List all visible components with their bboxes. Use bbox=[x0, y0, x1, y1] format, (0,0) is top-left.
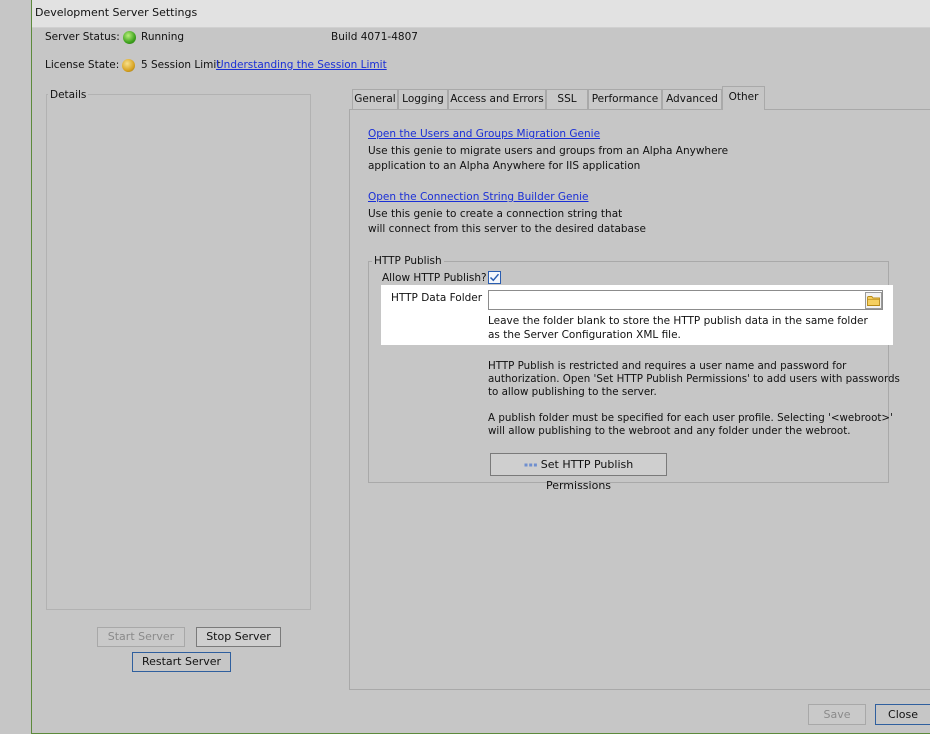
stop-server-button[interactable]: Stop Server bbox=[196, 627, 281, 647]
profile-note-line-2: will allow publishing to the webroot and… bbox=[488, 425, 851, 437]
folder-hint-line-2: as the Server Configuration XML file. bbox=[488, 329, 681, 341]
window-border-left bbox=[31, 0, 32, 734]
set-http-publish-permissions-button[interactable]: Set HTTP Publish Permissions bbox=[490, 453, 667, 492]
restriction-note-line-1: HTTP Publish is restricted and requires … bbox=[488, 360, 847, 372]
server-status-value: Running bbox=[141, 31, 185, 43]
folder-icon bbox=[867, 296, 880, 306]
tab-general[interactable]: General bbox=[352, 89, 398, 109]
restriction-note-line-3: to allow publishing to the server. bbox=[488, 386, 657, 398]
browse-folder-button[interactable] bbox=[865, 292, 882, 309]
close-label: Close bbox=[888, 708, 918, 721]
tab-access-and-errors[interactable]: Access and Errors bbox=[448, 89, 546, 109]
tab-performance[interactable]: Performance bbox=[588, 89, 662, 109]
window-title: Development Server Settings bbox=[35, 6, 198, 19]
allow-http-publish-label: Allow HTTP Publish? bbox=[382, 272, 487, 284]
save-label: Save bbox=[823, 708, 851, 721]
allow-http-publish-checkbox[interactable] bbox=[488, 271, 501, 284]
green-status-dot-icon bbox=[123, 31, 136, 44]
migration-description-line-1: Use this genie to migrate users and grou… bbox=[368, 145, 729, 157]
details-panel bbox=[46, 94, 311, 610]
session-limit-link[interactable]: Understanding the Session Limit bbox=[216, 59, 387, 71]
folder-hint-line-1: Leave the folder blank to store the HTTP… bbox=[488, 315, 868, 327]
license-state-value: 5 Session Limit bbox=[141, 59, 221, 71]
restriction-note-line-2: authorization. Open 'Set HTTP Publish Pe… bbox=[488, 373, 900, 385]
details-legend: Details bbox=[48, 89, 89, 101]
start-server-button[interactable]: Start Server bbox=[97, 627, 185, 647]
tab-other[interactable]: Other bbox=[722, 86, 765, 110]
http-data-folder-label: HTTP Data Folder bbox=[391, 292, 483, 304]
connection-description-line-1: Use this genie to create a connection st… bbox=[368, 208, 623, 220]
build-number: Build 4071-4807 bbox=[331, 31, 418, 43]
tab-logging[interactable]: Logging bbox=[398, 89, 448, 109]
connection-description-line-2: will connect from this server to the des… bbox=[368, 223, 646, 235]
yellow-status-dot-icon bbox=[122, 59, 135, 72]
title-bar[interactable]: Development Server Settings bbox=[32, 0, 930, 28]
tab-ssl[interactable]: SSL bbox=[546, 89, 588, 109]
save-button[interactable]: Save bbox=[808, 704, 866, 725]
checkmark-icon bbox=[489, 273, 500, 282]
tab-advanced[interactable]: Advanced bbox=[662, 89, 722, 109]
close-button[interactable]: Close bbox=[875, 704, 930, 725]
server-status-label: Server Status: bbox=[45, 31, 120, 43]
restart-server-button[interactable]: Restart Server bbox=[132, 652, 231, 672]
migration-genie-link[interactable]: Open the Users and Groups Migration Geni… bbox=[368, 128, 600, 140]
profile-note-line-1: A publish folder must be specified for e… bbox=[488, 412, 893, 424]
http-data-folder-input[interactable] bbox=[488, 290, 883, 310]
migration-description-line-2: application to an Alpha Anywhere for IIS… bbox=[368, 160, 641, 172]
connection-string-genie-link[interactable]: Open the Connection String Builder Genie bbox=[368, 191, 588, 203]
users-icon bbox=[524, 463, 537, 467]
http-publish-legend: HTTP Publish bbox=[372, 255, 444, 267]
license-state-label: License State: bbox=[45, 59, 120, 71]
